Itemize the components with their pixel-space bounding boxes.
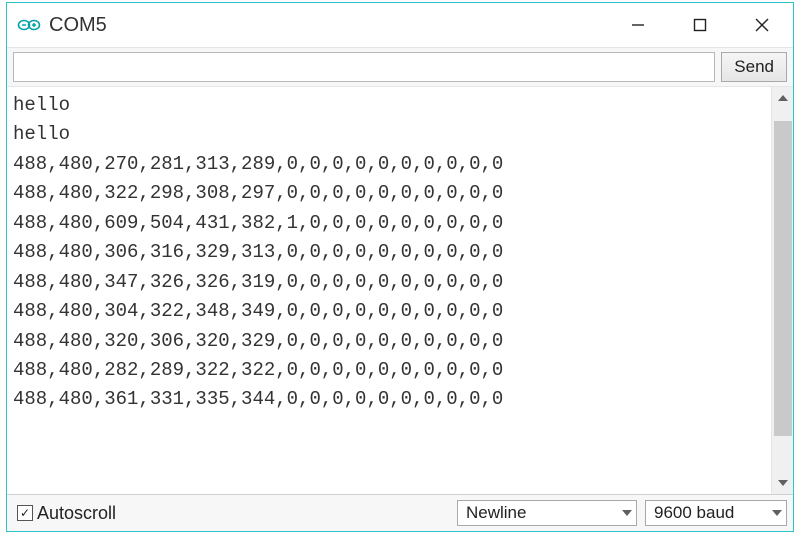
autoscroll-checkbox[interactable]: ✓ Autoscroll bbox=[17, 503, 116, 524]
input-toolbar: Send bbox=[7, 47, 793, 87]
baud-value: 9600 baud bbox=[654, 503, 734, 523]
serial-input[interactable] bbox=[13, 52, 715, 82]
minimize-button[interactable] bbox=[607, 3, 669, 47]
chevron-down-icon bbox=[622, 507, 632, 519]
check-icon: ✓ bbox=[17, 505, 33, 521]
serial-output: hello hello 488,480,270,281,313,289,0,0,… bbox=[7, 87, 771, 494]
autoscroll-label: Autoscroll bbox=[37, 503, 116, 524]
scroll-thumb[interactable] bbox=[774, 121, 792, 436]
scroll-down-arrow[interactable] bbox=[772, 472, 793, 494]
window-title: COM5 bbox=[49, 14, 107, 37]
line-ending-select[interactable]: Newline bbox=[457, 500, 637, 526]
footer-bar: ✓ Autoscroll Newline 9600 baud bbox=[7, 495, 793, 531]
arduino-icon bbox=[17, 13, 41, 37]
output-area: hello hello 488,480,270,281,313,289,0,0,… bbox=[7, 87, 793, 495]
serial-monitor-window: COM5 Send hello hello 488,480,270,281,31… bbox=[6, 2, 794, 532]
close-button[interactable] bbox=[731, 3, 793, 47]
titlebar: COM5 bbox=[7, 3, 793, 47]
vertical-scrollbar[interactable] bbox=[771, 87, 793, 494]
line-ending-value: Newline bbox=[466, 503, 526, 523]
scroll-up-arrow[interactable] bbox=[772, 87, 793, 109]
send-button[interactable]: Send bbox=[721, 52, 787, 82]
maximize-button[interactable] bbox=[669, 3, 731, 47]
chevron-down-icon bbox=[772, 507, 782, 519]
baud-select[interactable]: 9600 baud bbox=[645, 500, 787, 526]
